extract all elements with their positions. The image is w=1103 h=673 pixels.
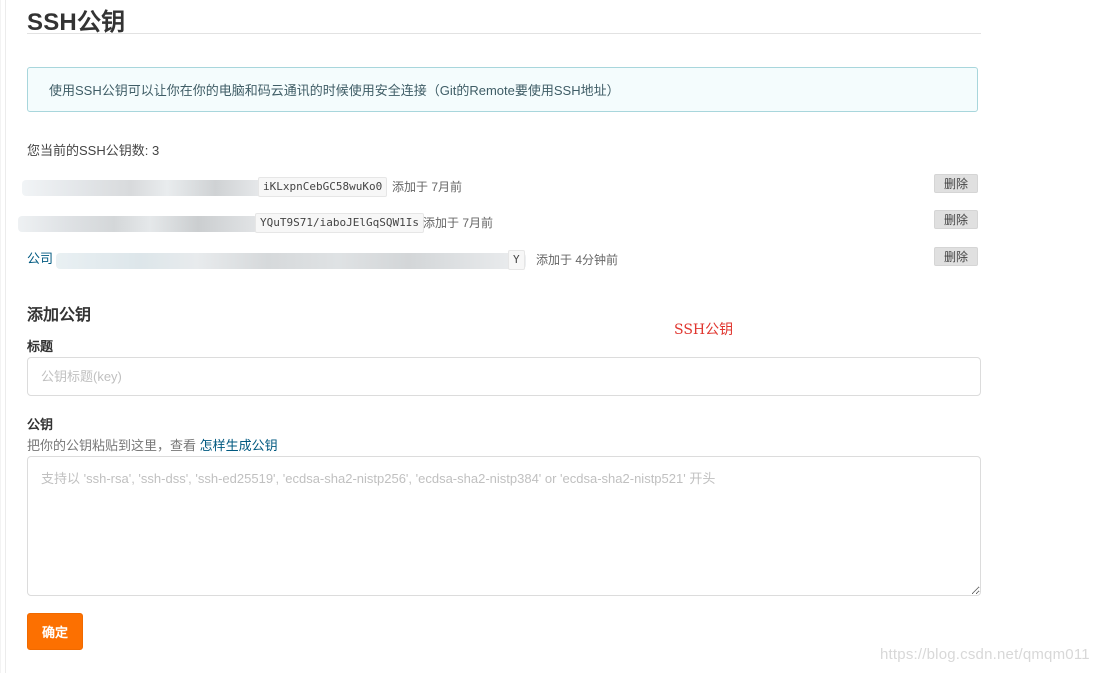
ssh-key-row: iKLxpnCebGC58wuKo0 添加于 7月前 删除 [0, 174, 1103, 201]
redacted-key-name [18, 216, 258, 232]
key-added-time: 添加于 7月前 [392, 180, 463, 194]
key-hint: 把你的公钥粘贴到这里，查看 怎样生成公钥 [27, 435, 278, 454]
title-divider [27, 33, 981, 34]
delete-key-button[interactable]: 删除 [934, 210, 978, 229]
ssh-key-row: 公司 Y 添加于 4分钟前 删除 [0, 247, 1103, 274]
key-fingerprint: iKLxpnCebGC58wuKo0 [258, 177, 388, 197]
key-title-input[interactable] [27, 357, 981, 396]
redacted-key-name [22, 180, 264, 196]
delete-key-button[interactable]: 删除 [934, 247, 978, 266]
redacted-key-fingerprint [56, 253, 526, 269]
ssh-key-row: YQuT9S71/iaboJElGqSQW1Is 添加于 7月前 删除 [0, 210, 1103, 237]
key-added-time: 添加于 4分钟前 [536, 253, 619, 267]
key-fingerprint: YQuT9S71/iaboJElGqSQW1Is [255, 213, 424, 233]
annotation-text: SSH公钥 [674, 322, 734, 338]
watermark: https://blog.csdn.net/qmqm011 [880, 646, 1090, 663]
how-to-generate-key-link[interactable]: 怎样生成公钥 [200, 438, 278, 453]
key-fingerprint: Y [508, 250, 525, 270]
confirm-button[interactable]: 确定 [27, 613, 83, 650]
left-edge-line [0, 0, 1, 673]
public-key-textarea[interactable] [27, 456, 981, 596]
key-name: 公司 [27, 251, 54, 266]
page-title: SSH公钥 [27, 9, 126, 36]
delete-key-button[interactable]: 删除 [934, 174, 978, 193]
title-field-label: 标题 [27, 339, 54, 354]
key-added-time: 添加于 7月前 [423, 216, 494, 230]
add-key-section-title: 添加公钥 [27, 307, 92, 324]
key-hint-text: 把你的公钥粘贴到这里，查看 [27, 438, 197, 453]
info-alert-text: 使用SSH公钥可以让你在你的电脑和码云通讯的时候使用安全连接（Git的Remot… [49, 83, 620, 98]
key-count-label: 您当前的SSH公钥数: 3 [27, 143, 160, 158]
key-field-label: 公钥 [27, 417, 54, 432]
info-alert: 使用SSH公钥可以让你在你的电脑和码云通讯的时候使用安全连接（Git的Remot… [27, 67, 978, 112]
left-border-line [5, 0, 6, 673]
